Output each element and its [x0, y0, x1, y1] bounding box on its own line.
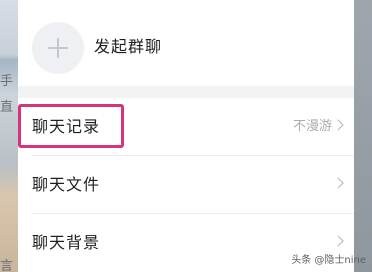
group-actions-card: 发起群聊 [18, 0, 354, 86]
chat-files-label: 聊天文件 [32, 175, 101, 194]
background-text: 手 [0, 74, 14, 89]
chat-files-row[interactable]: 聊天文件 [18, 156, 354, 214]
screen: 手 直 言 发起群聊 聊天记录 不漫游 聊天文件 聊天背景 头条 @隐士nine [0, 0, 372, 272]
background-dim [354, 0, 372, 272]
chevron-right-icon [332, 119, 344, 131]
background-app: 手 直 言 [0, 0, 20, 272]
start-group-label[interactable]: 发起群聊 [94, 36, 162, 58]
watermark: 头条 @隐士nine [291, 255, 366, 266]
chevron-right-icon [332, 235, 344, 247]
plus-icon [57, 38, 59, 58]
highlight-box [18, 104, 124, 148]
chat-history-value: 不漫游 [292, 119, 332, 134]
start-group-button[interactable] [32, 22, 84, 74]
chevron-right-icon [332, 177, 344, 189]
chat-background-label: 聊天背景 [32, 233, 101, 252]
background-text: 直 [0, 100, 14, 115]
background-text: 言 [0, 259, 14, 272]
